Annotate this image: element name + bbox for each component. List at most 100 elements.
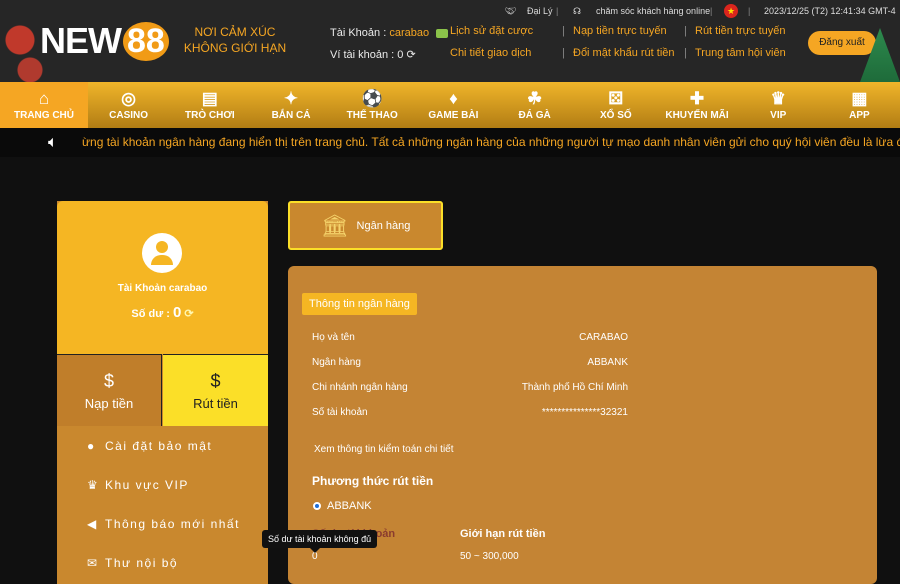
nav-item-label: BẮN CÁ <box>271 109 311 121</box>
nav-item-label: VIP <box>770 109 787 121</box>
logout-button[interactable]: Đăng xuất <box>808 31 876 55</box>
bank-icon: 🏛︎ <box>320 212 349 238</box>
tab-bank-label: Ngân hàng <box>356 219 411 232</box>
logo[interactable]: NEW 88 <box>40 18 169 64</box>
divider: | <box>684 47 687 59</box>
member-center-link[interactable]: Trung tâm hội viên <box>695 47 786 59</box>
slot-icon: ▤ <box>201 88 218 108</box>
nav-item-casino[interactable]: ◎ CASINO <box>88 82 169 128</box>
speaker-icon: 🔈︎ <box>48 134 58 151</box>
field-label: Chi nhánh ngân hàng <box>312 382 408 393</box>
sidebar-item-notifications[interactable]: ◀ Thông báo mới nhất <box>87 517 240 531</box>
nav-item-game-bài[interactable]: ♦ GAME BÀI <box>413 82 494 128</box>
sidebar-item-inbox[interactable]: ✉ Thư nội bộ <box>87 556 178 570</box>
announcement-marquee: 🔈︎ ừng tài khoản ngân hàng đang hiển thị… <box>0 128 900 157</box>
bank-radio[interactable] <box>313 502 321 510</box>
nav-item-label: TRANG CHỦ <box>14 109 74 121</box>
handshake-icon: 🤝︎ <box>505 6 517 16</box>
nav-item-vip[interactable]: ♛ VIP <box>738 82 819 128</box>
nav-item-bắn-cá[interactable]: ✦ BẮN CÁ <box>250 82 331 128</box>
message-icon[interactable] <box>436 28 449 38</box>
sidebar-item-security[interactable]: ● Cài đặt bảo mật <box>87 439 212 453</box>
datetime: 2023/12/25 (T2) 12:41:34 GMT-4 <box>764 6 896 16</box>
mail-icon: ✉ <box>87 556 99 570</box>
vietnam-flag-icon[interactable]: ★ <box>724 4 738 18</box>
limit-header: Giới hạn rút tiền <box>460 528 546 540</box>
crown-icon: ♛ <box>87 478 100 492</box>
ball-icon: ⚽ <box>361 88 383 108</box>
bank-radio-label[interactable]: ABBANK <box>327 500 372 512</box>
field-row: Số tài khoản ***************32321 <box>312 407 628 418</box>
field-row: Họ và tên CARABAO <box>312 332 628 343</box>
change-password-link[interactable]: Đổi mật khẩu rút tiền <box>573 47 675 59</box>
fish-icon: ✦ <box>283 88 299 108</box>
nav-item-trang-chủ[interactable]: ⌂ TRANG CHỦ <box>0 82 88 128</box>
withdraw-online-link[interactable]: Rút tiền trực tuyến <box>695 25 786 37</box>
withdraw-label: Rút tiền <box>193 395 238 411</box>
sidebar: Tài Khoản carabao Số dư : 0 ⟳ $ Nạp tiền… <box>57 201 268 584</box>
nav-item-label: TRÒ CHƠI <box>184 109 235 121</box>
user-lock-icon: ● <box>87 439 96 453</box>
field-row: Chi nhánh ngân hàng Thành phố Hồ Chí Min… <box>312 382 628 393</box>
cards-icon: ♦ <box>449 88 458 108</box>
deposit-online-link[interactable]: Nạp tiền trực tuyến <box>573 25 667 37</box>
divider: | <box>684 25 687 37</box>
field-label: Họ và tên <box>312 332 355 343</box>
field-label: Số tài khoản <box>312 407 368 418</box>
insufficient-balance-tooltip: Số dư tài khoản không đủ <box>262 530 378 553</box>
logo-text: NEW <box>40 20 122 61</box>
support-link[interactable]: chăm sóc khách hàng online <box>596 6 710 16</box>
field-value: Thành phố Hồ Chí Minh <box>521 382 628 393</box>
tab-bank[interactable]: 🏛︎ Ngân hàng <box>288 201 443 250</box>
refresh-balance-icon[interactable]: ⟳ <box>184 308 193 320</box>
headset-icon: ☊ <box>573 6 581 16</box>
nav-item-label: GAME BÀI <box>428 109 479 121</box>
lottery-icon: ⚄ <box>608 88 624 108</box>
transactions-link[interactable]: Chi tiết giao dịch <box>450 47 531 59</box>
nav-item-đá-gà[interactable]: ☘ ĐÁ GÀ <box>494 82 575 128</box>
wallet-info: Ví tài khoản : 0 ⟳ <box>330 48 416 61</box>
divider: | <box>556 6 559 16</box>
limit-amount: 50 ~ 300,000 <box>460 551 519 562</box>
page: NEW 88 NƠI CẢM XÚC KHÔNG GIỚI HẠN Tài Kh… <box>0 0 900 584</box>
nav-item-label: XỔ SỐ <box>599 109 632 121</box>
sidebar-item-label: Cài đặt bảo mật <box>105 439 213 453</box>
vip-icon: ♛ <box>770 88 786 108</box>
nav-item-label: THỂ THAO <box>346 109 398 121</box>
app-grid-icon: ▦ <box>851 88 868 108</box>
nav-item-label: ĐÁ GÀ <box>518 109 551 121</box>
field-value: ***************32321 <box>541 407 628 418</box>
rooster-icon: ☘ <box>526 88 543 108</box>
profile-name: Tài Khoản carabao <box>117 283 208 294</box>
audit-link[interactable]: Xem thông tin kiểm toán chi tiết <box>314 444 454 455</box>
nav-item-thể-thao[interactable]: ⚽ THỂ THAO <box>332 82 413 128</box>
home-icon: ⌂ <box>38 88 50 108</box>
nav-item-app[interactable]: ▦ APP <box>819 82 900 128</box>
gift-icon: ✚ <box>689 88 705 108</box>
nav-item-xổ-số[interactable]: ⚄ XỔ SỐ <box>575 82 656 128</box>
profile-card: Tài Khoản carabao Số dư : 0 ⟳ <box>57 201 268 354</box>
marquee-text: ừng tài khoản ngân hàng đang hiển thị tr… <box>82 135 900 149</box>
withdraw-button[interactable]: $ Rút tiền <box>163 354 268 426</box>
account-label: Tài Khoản : <box>330 27 387 39</box>
deposit-button[interactable]: $ Nạp tiền <box>57 354 162 426</box>
divider: | <box>748 6 751 16</box>
nav-item-label: APP <box>849 109 870 121</box>
divider: | <box>710 6 713 16</box>
field-value: ABBANK <box>587 357 628 368</box>
agent-link[interactable]: Đại Lý <box>527 6 553 16</box>
avatar-icon <box>142 233 182 273</box>
sidebar-item-vip[interactable]: ♛ Khu vực VIP <box>87 478 189 492</box>
sidebar-item-label: Thư nội bộ <box>105 556 179 570</box>
sidebar-item-label: Thông báo mới nhất <box>105 517 240 531</box>
casino-chip-icon: ◎ <box>121 88 137 108</box>
nav-item-khuyến-mãi[interactable]: ✚ KHUYẾN MÃI <box>656 82 737 128</box>
profile-balance: Số dư : 0 ⟳ <box>57 304 268 321</box>
nav-item-trò-chơi[interactable]: ▤ TRÒ CHƠI <box>169 82 250 128</box>
balance-label: Số dư : <box>131 308 170 320</box>
balance-value: 0 <box>172 304 182 321</box>
refresh-icon[interactable]: ⟳ <box>406 49 415 61</box>
withdraw-icon: $ <box>210 370 221 391</box>
sidebar-item-label: Khu vực VIP <box>105 478 189 492</box>
bet-history-link[interactable]: Lịch sử đặt cược <box>450 25 533 37</box>
